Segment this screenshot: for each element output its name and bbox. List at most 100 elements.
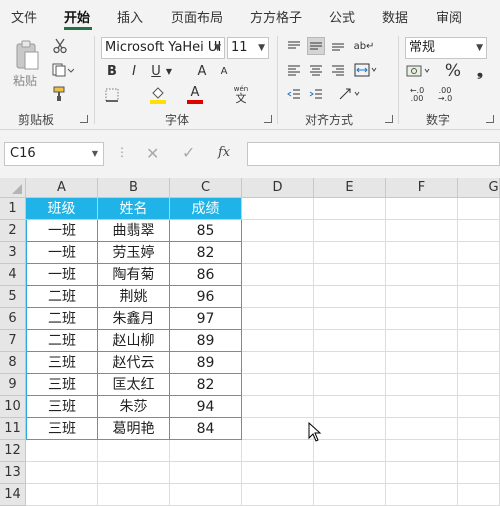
format-painter-icon[interactable] [50,84,70,104]
table-cell[interactable]: 劳玉婷 [98,242,170,264]
table-cell[interactable]: 97 [170,308,242,330]
tab-file[interactable]: 文件 [11,7,37,26]
empty-cell[interactable] [314,220,386,242]
tab-formulas[interactable]: 公式 [329,7,355,26]
table-cell[interactable]: 三班 [26,374,98,396]
align-right-icon[interactable] [329,61,347,79]
align-bottom-icon[interactable] [329,37,347,55]
empty-cell[interactable] [386,286,458,308]
empty-cell[interactable] [314,374,386,396]
empty-cell[interactable] [98,440,170,462]
empty-cell[interactable] [242,396,314,418]
enter-icon[interactable]: ✓ [182,143,195,162]
table-cell[interactable]: 赵山柳 [98,330,170,352]
table-cell[interactable]: 朱莎 [98,396,170,418]
empty-cell[interactable] [242,242,314,264]
empty-cell[interactable] [386,396,458,418]
empty-cell[interactable] [386,418,458,440]
table-cell[interactable]: 三班 [26,352,98,374]
empty-cell[interactable] [314,264,386,286]
underline-button[interactable]: U [148,62,164,80]
table-cell[interactable]: 82 [170,242,242,264]
table-cell[interactable]: 94 [170,396,242,418]
column-header-f[interactable]: F [386,178,458,198]
cut-icon[interactable] [50,36,70,56]
empty-cell[interactable] [314,462,386,484]
empty-cell[interactable] [386,220,458,242]
table-cell[interactable]: 朱鑫月 [98,308,170,330]
empty-cell[interactable] [242,220,314,242]
empty-cell[interactable] [386,330,458,352]
cancel-icon[interactable]: ✕ [146,144,159,163]
tab-review[interactable]: 审阅 [436,7,462,26]
empty-cell[interactable] [170,462,242,484]
table-header-cell[interactable]: 成绩 [170,198,242,220]
empty-cell[interactable] [242,484,314,506]
align-top-icon[interactable] [285,37,303,55]
empty-cell[interactable] [386,352,458,374]
tab-home[interactable]: 开始 [64,7,90,26]
table-cell[interactable]: 82 [170,374,242,396]
tab-insert[interactable]: 插入 [117,7,143,26]
empty-cell[interactable] [242,198,314,220]
font-family-select[interactable]: Microsoft YaHei UI ▼ [101,37,225,59]
empty-cell[interactable] [242,418,314,440]
empty-cell[interactable] [386,242,458,264]
decrease-decimal-icon[interactable]: .00 →.0 [433,85,457,105]
border-icon[interactable] [103,86,121,104]
empty-cell[interactable] [458,220,500,242]
table-cell[interactable]: 二班 [26,286,98,308]
row-header[interactable]: 5 [0,286,26,308]
empty-cell[interactable] [26,440,98,462]
more-options-icon[interactable]: ⋮ [116,145,128,159]
row-header[interactable]: 12 [0,440,26,462]
empty-cell[interactable] [242,330,314,352]
empty-cell[interactable] [242,308,314,330]
row-header[interactable]: 3 [0,242,26,264]
percent-button[interactable]: % [443,61,463,81]
empty-cell[interactable] [386,462,458,484]
empty-cell[interactable] [314,198,386,220]
empty-cell[interactable] [314,308,386,330]
empty-cell[interactable] [314,418,386,440]
table-cell[interactable]: 84 [170,418,242,440]
table-cell[interactable]: 三班 [26,396,98,418]
column-header-c[interactable]: C [170,178,242,198]
table-cell[interactable]: 荆姚 [98,286,170,308]
table-cell[interactable]: 86 [170,264,242,286]
empty-cell[interactable] [386,198,458,220]
row-header[interactable]: 14 [0,484,26,506]
empty-cell[interactable] [458,462,500,484]
empty-cell[interactable] [458,440,500,462]
comma-style-icon[interactable]: ❟ [469,61,491,81]
table-cell[interactable]: 一班 [26,242,98,264]
empty-cell[interactable] [458,396,500,418]
select-all-corner[interactable] [0,178,26,198]
row-header[interactable]: 9 [0,374,26,396]
number-launcher-icon[interactable] [486,115,494,123]
empty-cell[interactable] [98,462,170,484]
italic-button[interactable]: I [126,62,142,80]
row-header[interactable]: 11 [0,418,26,440]
table-cell[interactable]: 葛明艳 [98,418,170,440]
table-cell[interactable]: 二班 [26,308,98,330]
empty-cell[interactable] [242,352,314,374]
paste-label[interactable]: 粘贴 [13,72,37,89]
row-header[interactable]: 8 [0,352,26,374]
row-header[interactable]: 6 [0,308,26,330]
font-size-select[interactable]: 11 ▼ [227,37,269,59]
row-header[interactable]: 10 [0,396,26,418]
row-header[interactable]: 2 [0,220,26,242]
orientation-icon[interactable] [337,85,363,103]
empty-cell[interactable] [26,462,98,484]
clipboard-launcher-icon[interactable] [80,115,88,123]
table-header-cell[interactable]: 姓名 [98,198,170,220]
empty-cell[interactable] [242,264,314,286]
decrease-font-button[interactable]: A [216,62,232,80]
tab-data[interactable]: 数据 [382,7,408,26]
decrease-indent-icon[interactable] [285,85,303,103]
table-cell[interactable]: 一班 [26,220,98,242]
table-cell[interactable]: 赵代云 [98,352,170,374]
row-header[interactable]: 7 [0,330,26,352]
fill-color-icon[interactable] [148,84,168,106]
